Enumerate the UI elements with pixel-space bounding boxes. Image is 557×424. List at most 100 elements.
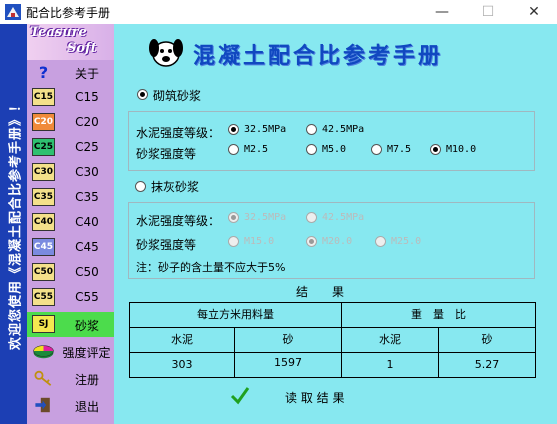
- masonry-m50-label: M5.0: [322, 144, 347, 155]
- plaster-cement-42-radio[interactable]: [306, 212, 317, 223]
- plaster-cement-label: 水泥强度等级：: [136, 214, 221, 228]
- sidebar-item-strength-eval[interactable]: 强度评定: [27, 339, 114, 364]
- masonry-mortar-grade-label: 砂浆强度等: [136, 147, 197, 161]
- sidebar-item-label: C15: [75, 90, 99, 104]
- sidebar-item-label: 强度评定: [62, 346, 111, 360]
- masonry-m50-radio[interactable]: [306, 144, 317, 155]
- masonry-mortar-label: 砌筑砂浆: [153, 89, 202, 103]
- welcome-banner-text: 欢迎您使用《混凝土配合比参考手册》！: [8, 97, 23, 351]
- title-bar: 配合比参考手册 — ☐ ✕: [0, 0, 557, 24]
- masonry-cement-42-radio[interactable]: [306, 124, 317, 135]
- plaster-mortar-grade-label: 砂浆强度等: [136, 238, 197, 252]
- masonry-cement-42-label: 42.5MPa: [322, 124, 365, 135]
- sidebar-item-label: C35: [75, 190, 99, 204]
- close-button[interactable]: ✕: [511, 0, 557, 24]
- folder-icon: C35: [32, 188, 55, 206]
- app-icon: [5, 4, 21, 20]
- plaster-cement-42-label: 42.5MPa: [322, 212, 365, 223]
- masonry-m75-radio[interactable]: [371, 144, 382, 155]
- sidebar-item-label: C45: [75, 240, 99, 254]
- sand-note: 注：砂子的含土量不应大于5%: [136, 261, 286, 274]
- masonry-options-group: [128, 111, 535, 171]
- sidebar-item-about[interactable]: ? 关于: [27, 60, 114, 85]
- mortar-icon: SJ: [32, 315, 55, 333]
- pie-chart-icon: [33, 345, 54, 359]
- window-title: 配合比参考手册: [26, 6, 111, 20]
- masonry-cement-label: 水泥强度等级：: [136, 126, 221, 140]
- masonry-cement-32-radio[interactable]: [228, 124, 239, 135]
- help-icon: ?: [38, 63, 49, 82]
- sidebar-item-label: 砂浆: [74, 319, 99, 333]
- sidebar-item-exit[interactable]: 退出: [27, 393, 114, 418]
- folder-icon: C50: [32, 263, 55, 281]
- sand-ratio-value: 5.27: [438, 352, 536, 378]
- sidebar-item-label: C50: [75, 265, 99, 279]
- masonry-m25-label: M2.5: [244, 144, 269, 155]
- plaster-cement-32-radio[interactable]: [228, 212, 239, 223]
- sidebar-item-label: C30: [75, 165, 99, 179]
- sidebar-item-mortar[interactable]: SJ 砂浆: [27, 312, 114, 337]
- masonry-m100-label: M10.0: [446, 144, 477, 155]
- sidebar-item-c35[interactable]: C35 C35: [27, 185, 114, 210]
- masonry-m100-radio[interactable]: [430, 144, 441, 155]
- plaster-cement-32-label: 32.5MPa: [244, 212, 287, 223]
- folder-icon: C30: [32, 163, 55, 181]
- folder-icon: C20: [32, 113, 55, 131]
- per-cubic-meter-header: 每立方米用料量: [129, 302, 342, 328]
- sidebar-item-label: C55: [75, 290, 99, 304]
- minimize-button[interactable]: —: [419, 0, 465, 24]
- logo-text-line1: Teasure: [30, 25, 87, 40]
- cement-ratio-value: 1: [341, 352, 439, 378]
- column-header: 水泥: [129, 327, 235, 353]
- weight-ratio-header: 重 量 比: [341, 302, 536, 328]
- folder-icon: C40: [32, 213, 55, 231]
- plaster-m200-radio[interactable]: [306, 236, 317, 247]
- sidebar-item-c55[interactable]: C55 C55: [27, 285, 114, 310]
- checkmark-icon[interactable]: [230, 385, 250, 405]
- cement-amount-value: 303: [129, 352, 235, 378]
- exit-door-icon: [35, 397, 50, 413]
- sidebar: Teasure Soft ? 关于 C15 C15 C20 C20 C25 C2…: [27, 24, 114, 424]
- sidebar-item-label: C25: [75, 140, 99, 154]
- sidebar-item-label: 退出: [74, 400, 99, 414]
- sidebar-item-label: 注册: [74, 373, 99, 387]
- sidebar-item-c20[interactable]: C20 C20: [27, 110, 114, 135]
- sand-amount-value: 1597: [234, 352, 342, 378]
- maximize-button[interactable]: ☐: [465, 0, 511, 24]
- plaster-m250-radio[interactable]: [375, 236, 386, 247]
- sidebar-item-c50[interactable]: C50 C50: [27, 260, 114, 285]
- key-icon: [34, 370, 52, 386]
- results-heading: 结 果: [296, 285, 345, 299]
- sidebar-item-c15[interactable]: C15 C15: [27, 85, 114, 110]
- welcome-banner: 欢迎您使用《混凝土配合比参考手册》！: [0, 24, 27, 424]
- folder-icon: C45: [32, 238, 55, 256]
- read-results-button[interactable]: 读 取 结 果: [285, 389, 344, 406]
- sidebar-item-c45[interactable]: C45 C45: [27, 235, 114, 260]
- sidebar-item-register[interactable]: 注册: [27, 366, 114, 391]
- sidebar-item-label: 关于: [74, 67, 99, 81]
- masonry-mortar-radio[interactable]: [137, 89, 148, 100]
- column-header: 砂: [438, 327, 536, 353]
- plaster-m150-radio[interactable]: [228, 236, 239, 247]
- masonry-m75-label: M7.5: [387, 144, 412, 155]
- sidebar-item-c25[interactable]: C25 C25: [27, 135, 114, 160]
- plaster-m250-label: M25.0: [391, 236, 422, 247]
- results-table: 每立方米用料量 重 量 比 水泥 砂 水泥 砂 303 1597 1 5.27: [129, 302, 536, 378]
- column-header: 水泥: [341, 327, 439, 353]
- masonry-m25-radio[interactable]: [228, 144, 239, 155]
- masonry-cement-32-label: 32.5MPa: [244, 124, 287, 135]
- sidebar-item-c40[interactable]: C40 C40: [27, 210, 114, 235]
- folder-icon: C15: [32, 88, 55, 106]
- sidebar-item-c30[interactable]: C30 C30: [27, 160, 114, 185]
- treasure-soft-logo: Teasure Soft: [27, 24, 114, 60]
- sidebar-item-label: C40: [75, 215, 99, 229]
- main-title: 混凝土配合比参考手册: [193, 43, 444, 69]
- sidebar-item-label: C20: [75, 115, 99, 129]
- dog-mascot-icon: [149, 39, 183, 67]
- plaster-m200-label: M20.0: [322, 236, 353, 247]
- folder-icon: C55: [32, 288, 55, 306]
- plaster-m150-label: M15.0: [244, 236, 275, 247]
- column-header: 砂: [234, 327, 342, 353]
- plaster-mortar-label: 抹灰砂浆: [151, 180, 200, 194]
- plaster-mortar-radio[interactable]: [135, 181, 146, 192]
